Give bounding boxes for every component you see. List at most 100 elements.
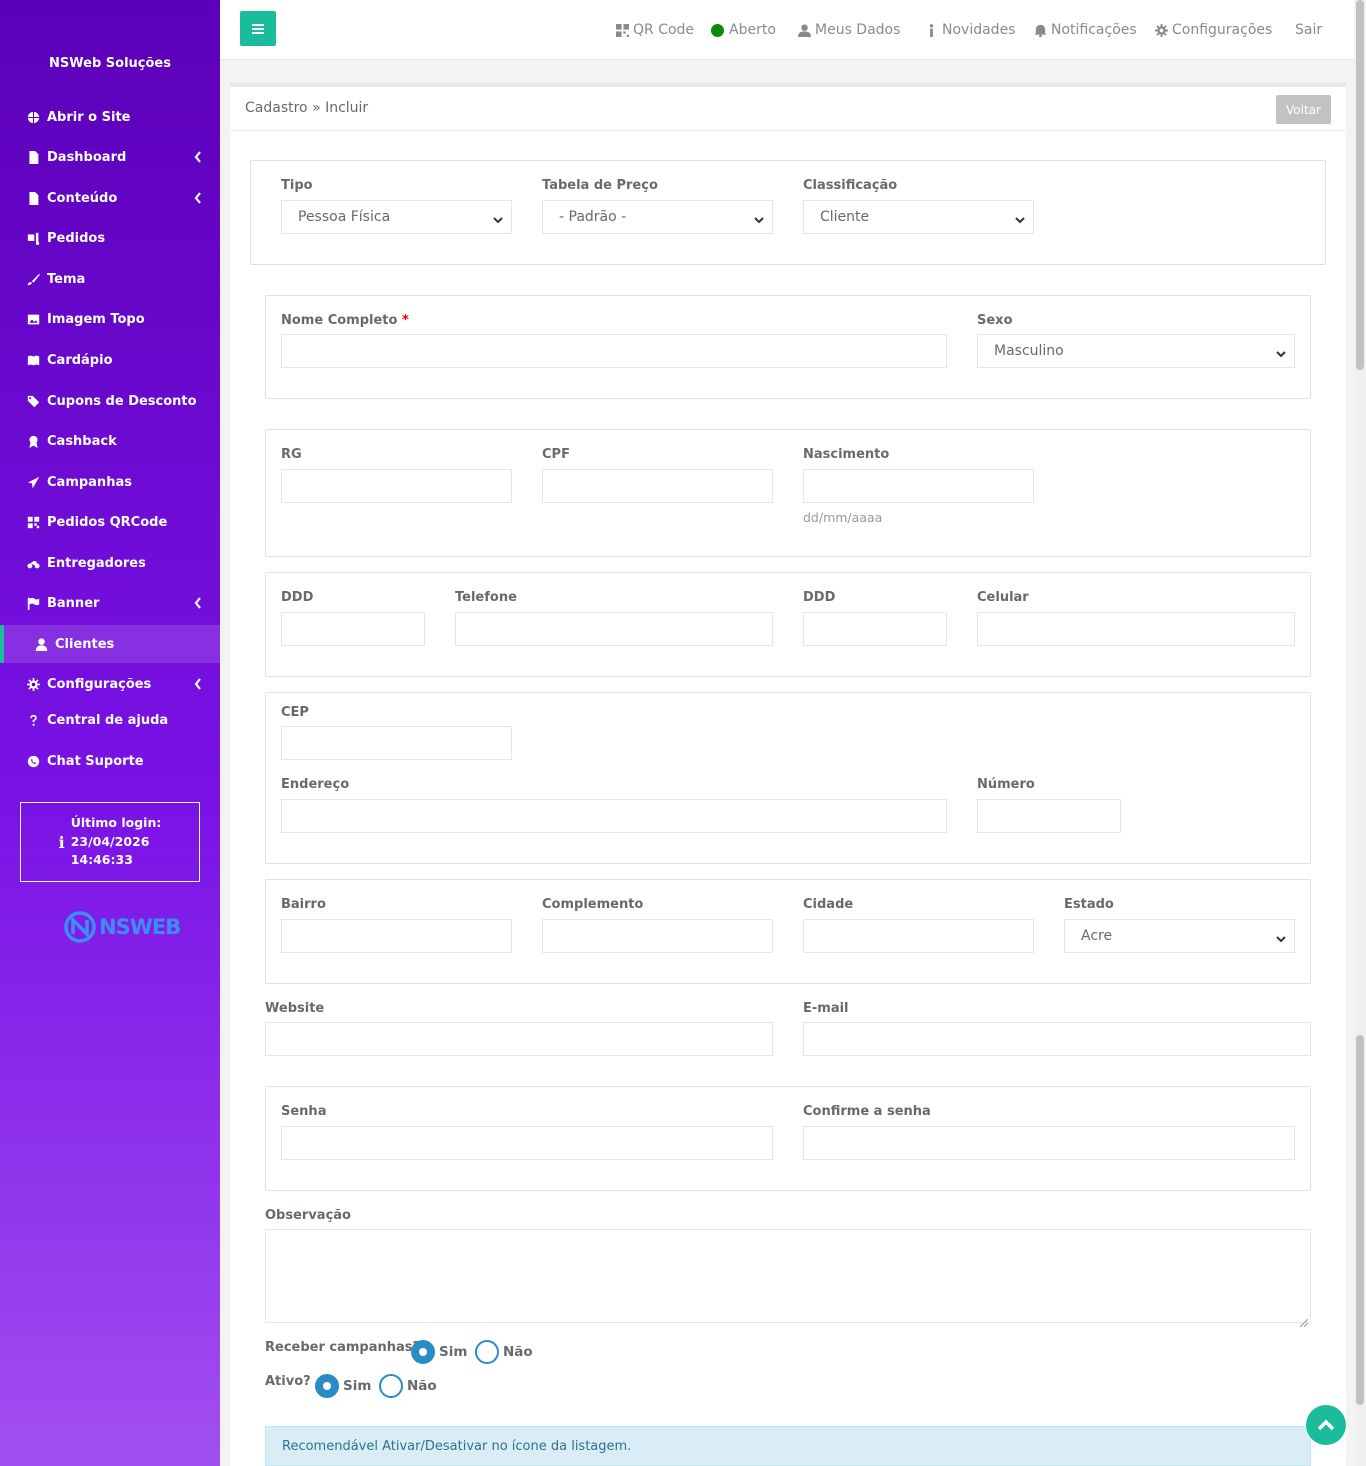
numero-label: Número xyxy=(977,777,1035,792)
campanhas-sim-option[interactable]: Sim xyxy=(411,1340,467,1364)
status-dot-icon xyxy=(711,23,724,37)
globe-icon xyxy=(25,109,41,125)
ativo-nao-radio[interactable] xyxy=(379,1374,403,1398)
gear-icon xyxy=(25,676,41,692)
campanhas-nao-option[interactable]: Não xyxy=(475,1340,533,1364)
sidebar-item-label: Clientes xyxy=(55,636,115,652)
sidebar-item-entregadores[interactable]: Entregadores xyxy=(0,544,220,582)
page-scrollbar[interactable] xyxy=(1354,0,1366,1466)
sidebar-item-dashboard[interactable]: Dashboard xyxy=(0,138,220,176)
senha-input[interactable] xyxy=(281,1126,773,1160)
scrollbar-thumb[interactable] xyxy=(1356,1035,1364,1405)
estado-value: Acre xyxy=(1081,928,1113,944)
status-label: Aberto xyxy=(729,22,776,38)
chevron-down-icon xyxy=(1015,213,1025,224)
campanhas-nao-radio[interactable] xyxy=(475,1340,499,1364)
ativo-label: Ativo? xyxy=(265,1374,311,1389)
nascimento-input[interactable] xyxy=(803,469,1034,503)
sidebar-item-abrir-o-site[interactable]: Abrir o Site xyxy=(0,98,220,136)
file-icon xyxy=(25,190,41,206)
image-icon xyxy=(25,311,41,327)
campanhas-sim-radio[interactable] xyxy=(411,1340,435,1364)
tags-icon xyxy=(25,393,41,409)
sidebar-item-cashback[interactable]: Cashback xyxy=(0,422,220,460)
sidebar-item-configuracoes[interactable]: Configurações xyxy=(0,665,220,703)
celular-input[interactable] xyxy=(977,612,1295,646)
numero-input[interactable] xyxy=(977,799,1121,833)
ativo-sim-radio[interactable] xyxy=(315,1374,339,1398)
novidades-link[interactable]: Novidades xyxy=(925,18,1015,42)
panel-header: Cadastro » Incluir Voltar xyxy=(230,87,1346,131)
sidebar-item-imagem-topo[interactable]: Imagem Topo xyxy=(0,300,220,338)
confirme-senha-label: Confirme a senha xyxy=(803,1104,931,1119)
back-to-top-button[interactable] xyxy=(1306,1405,1346,1445)
meus-dados-link[interactable]: Meus Dados xyxy=(798,18,900,42)
last-login-box: ℹ Último login: 23/04/2026 14:46:33 xyxy=(20,802,200,882)
nome-label-text: Nome Completo xyxy=(281,313,398,328)
nsweb-logo-icon xyxy=(64,911,96,943)
sidebar-item-cardapio[interactable]: Cardápio xyxy=(0,341,220,379)
confirme-senha-input[interactable] xyxy=(803,1126,1295,1160)
notificacoes-label: Notificações xyxy=(1051,22,1137,38)
meus-dados-label: Meus Dados xyxy=(815,22,901,38)
logo-text: NSWEB xyxy=(99,915,181,939)
sair-link[interactable]: Sair xyxy=(1295,18,1322,42)
tabela-select[interactable]: - Padrão - xyxy=(542,200,773,234)
tipo-select[interactable]: Pessoa Física xyxy=(281,200,512,234)
ddd-celular-input[interactable] xyxy=(803,612,947,646)
nome-input[interactable] xyxy=(281,334,947,368)
telefone-label: Telefone xyxy=(455,590,517,605)
sidebar-item-tema[interactable]: Tema xyxy=(0,260,220,298)
cpf-input[interactable] xyxy=(542,469,773,503)
classificacao-select[interactable]: Cliente xyxy=(803,200,1034,234)
telefone-input[interactable] xyxy=(455,612,773,646)
notificacoes-link[interactable]: Notificações xyxy=(1034,18,1137,42)
sidebar-item-banner[interactable]: Banner xyxy=(0,584,220,622)
status-link[interactable]: Aberto xyxy=(711,18,776,42)
sidebar-item-central-de-ajuda[interactable]: Central de ajuda xyxy=(0,701,220,739)
motorcycle-icon xyxy=(25,555,41,571)
celular-label: Celular xyxy=(977,590,1029,605)
sair-label: Sair xyxy=(1295,22,1323,38)
senha-label: Senha xyxy=(281,1104,327,1119)
configuracoes-link[interactable]: Configurações xyxy=(1155,18,1272,42)
sidebar-item-conteudo[interactable]: Conteúdo xyxy=(0,179,220,217)
ativo-nao-option[interactable]: Não xyxy=(379,1374,437,1398)
complemento-input[interactable] xyxy=(542,919,773,953)
sidebar-item-label: Configurações xyxy=(47,676,152,692)
ddd-telefone-label: DDD xyxy=(281,590,314,605)
rg-input[interactable] xyxy=(281,469,512,503)
sidebar-item-chat-suporte[interactable]: Chat Suporte xyxy=(0,742,220,780)
estado-select[interactable]: Acre xyxy=(1064,919,1295,953)
sexo-value: Masculino xyxy=(994,343,1064,359)
ativo-sim-option[interactable]: Sim xyxy=(315,1374,371,1398)
resize-grip-icon[interactable] xyxy=(1299,1312,1309,1328)
endereco-input[interactable] xyxy=(281,799,947,833)
sidebar-item-cupons-de-desconto[interactable]: Cupons de Desconto xyxy=(0,382,220,420)
last-login-label: Último login: xyxy=(70,815,162,831)
email-input[interactable] xyxy=(803,1022,1311,1056)
observacao-textarea[interactable] xyxy=(265,1229,1311,1328)
cep-input[interactable] xyxy=(281,726,512,760)
sidebar-item-pedidos[interactable]: Pedidos xyxy=(0,219,220,257)
scrollbar-thumb-top[interactable] xyxy=(1356,0,1364,370)
menu-toggle-button[interactable] xyxy=(240,11,276,46)
bairro-input[interactable] xyxy=(281,919,512,953)
chevron-left-icon xyxy=(194,192,202,204)
tipo-value: Pessoa Física xyxy=(298,209,391,225)
ddd-telefone-input[interactable] xyxy=(281,612,425,646)
sidebar-item-label: Cardápio xyxy=(47,352,113,368)
website-input[interactable] xyxy=(265,1022,773,1056)
voltar-button[interactable]: Voltar xyxy=(1276,95,1331,124)
tabela-value: - Padrão - xyxy=(559,209,627,225)
qrcode-icon xyxy=(616,23,629,37)
sidebar-item-campanhas[interactable]: Campanhas xyxy=(0,463,220,501)
info-icon: ℹ xyxy=(58,832,65,852)
sidebar-item-label: Cashback xyxy=(47,433,117,449)
sidebar-item-clientes[interactable]: Clientes xyxy=(0,625,220,663)
cidade-input[interactable] xyxy=(803,919,1034,953)
sidebar-item-pedidos-qrcode[interactable]: Pedidos QRCode xyxy=(0,503,220,541)
sexo-select[interactable]: Masculino xyxy=(977,334,1295,368)
configuracoes-label: Configurações xyxy=(1172,22,1273,38)
qr-code-link[interactable]: QR Code xyxy=(616,18,694,42)
